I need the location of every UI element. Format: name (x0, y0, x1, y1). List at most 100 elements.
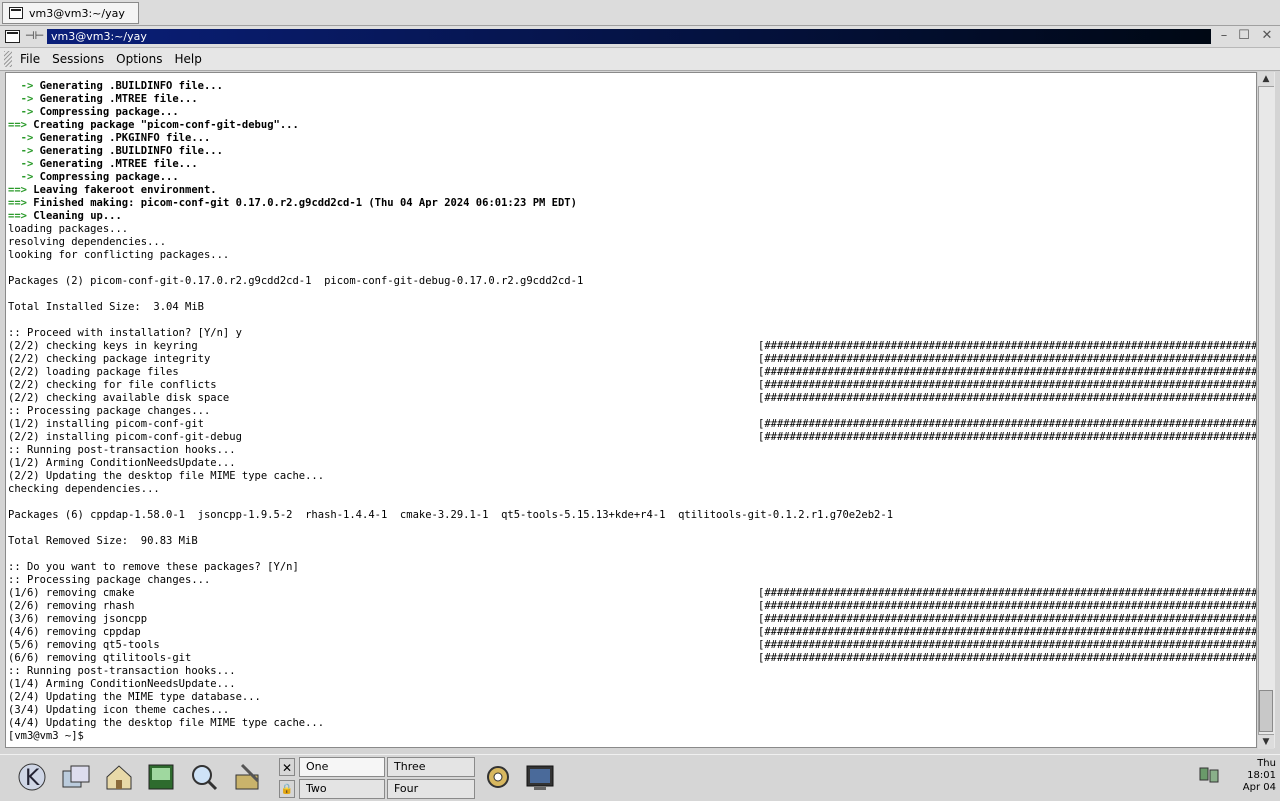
minimize-button[interactable]: – (1216, 28, 1232, 44)
terminal-line: -> Generating .BUILDINFO file... (8, 80, 893, 93)
terminal-arrow-prefix: ==> (8, 184, 34, 196)
terminal-line: (3/4) Updating icon theme caches... (8, 704, 893, 717)
terminal-arrow-prefix: -> (8, 80, 40, 92)
terminal-line: (2/2) Updating the desktop file MIME typ… (8, 470, 893, 483)
terminal-text: checking dependencies... (8, 483, 160, 495)
terminal-line: looking for conflicting packages... (8, 249, 893, 262)
maximize-button[interactable]: ☐ (1236, 28, 1252, 44)
terminal-line: Total Removed Size: 90.83 MiB (8, 535, 893, 548)
scroll-down-arrow-icon[interactable]: ▼ (1258, 734, 1274, 749)
terminal-line: :: Do you want to remove these packages?… (8, 561, 893, 574)
terminal-text: (4/6) removing cppdap (8, 626, 141, 638)
progress-bar: [#######################################… (758, 652, 1257, 664)
terminal-arrow-prefix: -> (8, 171, 40, 183)
terminal-line: :: Running post-transaction hooks... (8, 444, 893, 457)
terminal-line: -> Generating .BUILDINFO file... (8, 145, 893, 158)
terminal-text: (2/6) removing rhash (8, 600, 135, 612)
terminal-text: (2/2) installing picom-conf-git-debug (8, 431, 242, 443)
window-menu-icon[interactable] (5, 30, 20, 43)
progress-bar: [#######################################… (758, 613, 1257, 625)
terminal-text: Compressing package... (39, 106, 179, 118)
settings-tools-icon[interactable] (230, 759, 266, 795)
panel-clock[interactable]: Thu 18:01 Apr 04 (1222, 758, 1278, 798)
terminal-text: (1/4) Arming ConditionNeedsUpdate... (8, 678, 236, 690)
terminal-line: ==> Creating package "picom-conf-git-deb… (8, 119, 893, 132)
scrollbar-thumb[interactable] (1259, 690, 1273, 732)
kde-menu-icon[interactable]: K (14, 759, 50, 795)
terminal-output[interactable]: -> Generating .BUILDINFO file... -> Gene… (5, 72, 1257, 748)
terminal-line: checking dependencies... (8, 483, 893, 496)
terminal-text: Generating .BUILDINFO file... (39, 80, 223, 92)
terminal-text: looking for conflicting packages... (8, 249, 230, 261)
window-list-icon[interactable] (58, 759, 94, 795)
desktop-pager-three[interactable]: Three (387, 757, 475, 777)
terminal-line: loading packages... (8, 223, 893, 236)
terminal-text: resolving dependencies... (8, 236, 167, 248)
desktop-pager-two[interactable]: Two (299, 779, 385, 799)
terminal-text: :: Processing package changes... (8, 574, 211, 586)
scroll-up-arrow-icon[interactable]: ▲ (1258, 72, 1274, 87)
terminal-line: ==> Cleaning up... (8, 210, 893, 223)
progress-bar: [#######################################… (758, 418, 1257, 430)
terminal-line: Packages (2) picom-conf-git-0.17.0.r2.g9… (8, 275, 893, 288)
lock-icon[interactable]: 🔒 (279, 780, 295, 798)
clock-day: Thu (1257, 758, 1276, 769)
terminal-arrow-prefix: ==> (8, 210, 34, 222)
terminal-text: Generating .MTREE file... (39, 158, 198, 170)
terminal-line: -> Generating .MTREE file... (8, 158, 893, 171)
terminal-text: Creating package "picom-conf-git-debug".… (33, 119, 299, 131)
desktop-pager-one[interactable]: One (299, 757, 385, 777)
menu-help[interactable]: Help (172, 52, 203, 66)
terminal-text: :: Proceed with installation? [Y/n] y (8, 327, 242, 339)
terminal-text: Compressing package... (39, 171, 179, 183)
search-icon[interactable] (186, 759, 222, 795)
window-title: vm3@vm3:~/yay (47, 29, 1211, 44)
terminal-arrow-prefix: -> (8, 132, 40, 144)
taskbar-window-tab[interactable]: vm3@vm3:~/yay (2, 2, 139, 24)
pin-icon[interactable]: ⊣⊢ (25, 29, 44, 43)
vertical-scrollbar[interactable] (1258, 72, 1275, 748)
close-button[interactable]: ✕ (1259, 28, 1275, 44)
menu-sessions[interactable]: Sessions (50, 52, 106, 66)
close-desktop-icon[interactable]: ✕ (279, 758, 295, 776)
terminal-text: Finished making: picom-conf-git 0.17.0.r… (33, 197, 577, 209)
terminal-text: Total Installed Size: 3.04 MiB (8, 301, 204, 313)
desktop-pager-four[interactable]: Four (387, 779, 475, 799)
terminal-arrow-prefix: -> (8, 93, 40, 105)
terminal-line: :: Processing package changes... (8, 574, 893, 587)
terminal-line: :: Proceed with installation? [Y/n] y (8, 327, 893, 340)
terminal-text: Generating .BUILDINFO file... (39, 145, 223, 157)
terminal-app-icon[interactable] (143, 759, 179, 795)
progress-bar: [#######################################… (758, 392, 1257, 404)
home-folder-icon[interactable] (101, 759, 137, 795)
terminal-line: (1/2) Arming ConditionNeedsUpdate... (8, 457, 893, 470)
terminal-line: Packages (6) cppdap-1.58.0-1 jsoncpp-1.9… (8, 509, 893, 522)
terminal-text: (1/2) Arming ConditionNeedsUpdate... (8, 457, 236, 469)
menu-file[interactable]: File (18, 52, 42, 66)
terminal-arrow-prefix: -> (8, 158, 40, 170)
terminal-line: :: Running post-transaction hooks... (8, 665, 893, 678)
terminal-text: Packages (6) cppdap-1.58.0-1 jsoncpp-1.9… (8, 509, 894, 521)
terminal-icon (9, 7, 23, 19)
terminal-text: Packages (2) picom-conf-git-0.17.0.r2.g9… (8, 275, 584, 287)
terminal-text: (2/2) Updating the desktop file MIME typ… (8, 470, 325, 482)
terminal-line: -> Compressing package... (8, 106, 893, 119)
terminal-arrow-prefix: -> (8, 106, 40, 118)
terminal-arrow-prefix: ==> (8, 119, 34, 131)
progress-bar: [#######################################… (758, 366, 1257, 378)
menu-options[interactable]: Options (114, 52, 164, 66)
network-icon[interactable] (1198, 764, 1220, 786)
control-center-icon[interactable] (480, 759, 516, 795)
menubar-grip-icon[interactable] (4, 51, 12, 67)
progress-bar: [#######################################… (758, 340, 1257, 352)
menubar: File Sessions Options Help (0, 48, 1280, 71)
terminal-text: (2/2) checking package integrity (8, 353, 211, 365)
clock-date: Apr 04 (1242, 782, 1276, 793)
konsole-icon[interactable] (522, 759, 558, 795)
terminal-text: (3/6) removing jsoncpp (8, 613, 148, 625)
terminal-text: :: Processing package changes... (8, 405, 211, 417)
terminal-line: Total Installed Size: 3.04 MiB (8, 301, 893, 314)
